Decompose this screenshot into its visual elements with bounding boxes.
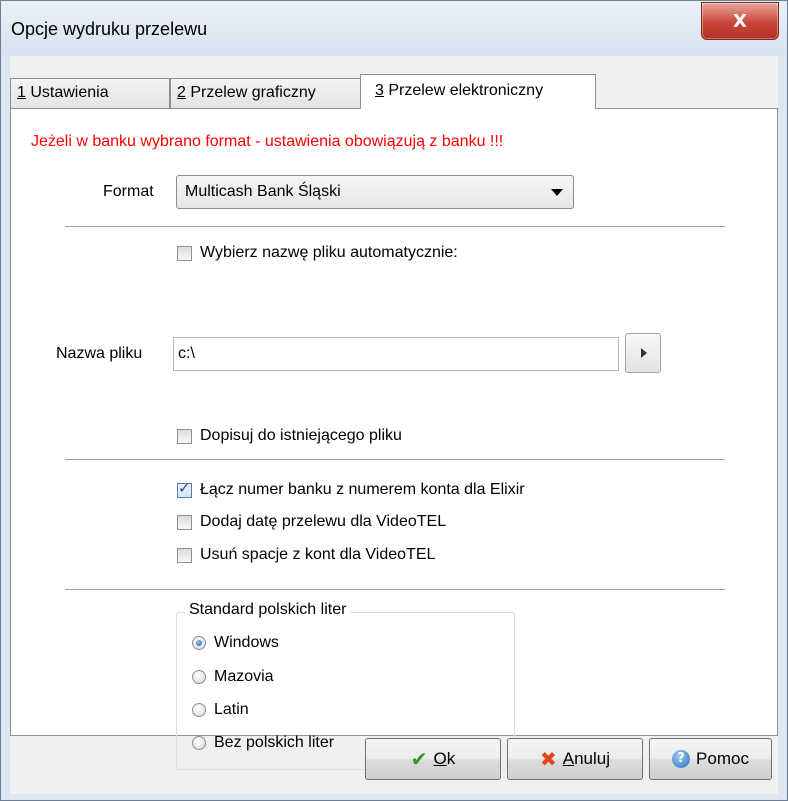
checkbox-box[interactable] bbox=[177, 547, 192, 563]
help-label: Pomoc bbox=[696, 749, 749, 768]
format-value: Multicash Bank Śląski bbox=[185, 183, 341, 200]
dialog-client: 1 Ustawienia 2 Przelew graficzny 3 Przel… bbox=[10, 56, 778, 794]
tab-label: Przelew elektroniczny bbox=[383, 82, 544, 99]
remove-spaces-label: Usuń spacje z kont dla VideoTEL bbox=[200, 546, 436, 563]
tab-przelew-elektroniczny[interactable]: 3 Przelew elektroniczny bbox=[360, 74, 596, 109]
radio-latin[interactable]: Latin bbox=[192, 701, 249, 719]
tab-label: Ustawienia bbox=[25, 84, 109, 101]
chevron-down-icon bbox=[551, 189, 563, 196]
add-date-label: Dodaj datę przelewu dla VideoTEL bbox=[200, 513, 447, 530]
checkbox-box[interactable] bbox=[177, 245, 192, 261]
filename-label: Nazwa pliku bbox=[56, 345, 143, 362]
separator bbox=[65, 459, 725, 461]
radio-button[interactable] bbox=[192, 670, 206, 684]
chevron-right-icon bbox=[641, 348, 647, 358]
help-icon: ? bbox=[672, 750, 691, 768]
join-bank-checkbox[interactable]: ✓ Łącz numer banku z numerem konta dla E… bbox=[177, 479, 525, 499]
tab-przelew-graficzny[interactable]: 2 Przelew graficzny bbox=[170, 78, 361, 108]
add-date-checkbox[interactable]: Dodaj datę przelewu dla VideoTEL bbox=[177, 513, 446, 531]
separator bbox=[65, 226, 725, 228]
checkmark-icon: ✔ bbox=[410, 747, 428, 771]
cancel-mnemonic: A bbox=[562, 749, 575, 768]
ok-button[interactable]: ✔ Ok bbox=[365, 738, 501, 780]
radio-mazovia[interactable]: Mazovia bbox=[192, 668, 274, 686]
radio-label: Mazovia bbox=[214, 668, 274, 685]
window-title: Opcje wydruku przelewu bbox=[11, 19, 208, 39]
tab-ustawienia[interactable]: 1 Ustawienia bbox=[10, 78, 170, 108]
radio-label: Windows bbox=[214, 634, 279, 651]
checkmark-icon: ✓ bbox=[178, 478, 191, 497]
tab-mnemonic: 3 bbox=[375, 82, 384, 99]
filename-input[interactable]: c:\ bbox=[173, 337, 619, 371]
format-select[interactable]: Multicash Bank Śląski bbox=[176, 175, 574, 209]
tab-mnemonic: 1 bbox=[17, 84, 26, 101]
filename-value: c:\ bbox=[178, 345, 195, 362]
radio-button[interactable] bbox=[192, 703, 206, 717]
radio-button[interactable] bbox=[192, 636, 206, 650]
radio-label: Latin bbox=[214, 701, 249, 718]
auto-filename-checkbox[interactable]: Wybierz nazwę pliku automatycznie: bbox=[177, 244, 458, 262]
help-button[interactable]: ? Pomoc bbox=[649, 738, 772, 780]
charset-group-title: Standard polskich liter bbox=[185, 601, 351, 619]
x-icon: ✖ bbox=[539, 747, 557, 771]
join-bank-label: Łącz numer banku z numerem konta dla Eli… bbox=[200, 481, 525, 498]
cancel-button[interactable]: ✖ Anuluj bbox=[507, 738, 643, 780]
tab-mnemonic: 2 bbox=[177, 84, 186, 101]
button-bar: ✔ Ok ✖ Anuluj ? Pomoc bbox=[10, 738, 778, 794]
ok-label: k bbox=[446, 749, 456, 768]
separator bbox=[65, 589, 725, 591]
remove-spaces-checkbox[interactable]: Usuń spacje z kont dla VideoTEL bbox=[177, 546, 435, 564]
radio-windows[interactable]: Windows bbox=[192, 634, 279, 652]
close-icon: X bbox=[733, 10, 747, 32]
ok-mnemonic: O bbox=[433, 749, 447, 768]
dialog-window: Opcje wydruku przelewu X 1 Ustawienia 2 … bbox=[0, 0, 788, 801]
auto-filename-label: Wybierz nazwę pliku automatycznie: bbox=[200, 244, 458, 261]
title-bar[interactable]: Opcje wydruku przelewu X bbox=[1, 1, 787, 56]
browse-button[interactable] bbox=[625, 333, 661, 373]
append-checkbox[interactable]: Dopisuj do istniejącego pliku bbox=[177, 427, 402, 445]
append-label: Dopisuj do istniejącego pliku bbox=[200, 427, 402, 444]
close-button[interactable]: X bbox=[701, 2, 779, 40]
cancel-label: nuluj bbox=[574, 749, 611, 768]
checkbox-box[interactable]: ✓ bbox=[177, 479, 192, 498]
tab-label: Przelew graficzny bbox=[185, 84, 316, 101]
format-label: Format bbox=[103, 183, 154, 200]
checkbox-box[interactable] bbox=[177, 514, 192, 530]
format-warning: Jeżeli w banku wybrano format - ustawien… bbox=[31, 133, 504, 150]
tab-panel: Jeżeli w banku wybrano format - ustawien… bbox=[10, 108, 778, 770]
checkbox-box[interactable] bbox=[177, 428, 192, 444]
